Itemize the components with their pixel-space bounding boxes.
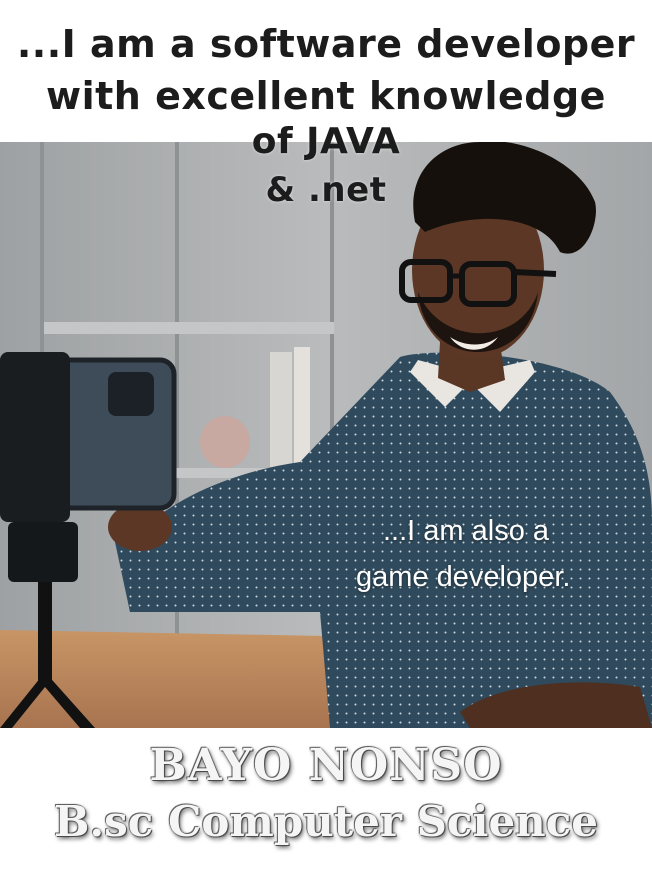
headline-line-1: ...I am a software developer (16, 22, 636, 66)
author-degree: B.sc Computer Science (53, 797, 599, 846)
headline-line-3: of JAVA (251, 121, 401, 162)
headline-line-2: with excellent knowledge (46, 74, 606, 118)
author-name: BAYO NONSO (149, 740, 503, 791)
photo-illustration (0, 142, 652, 728)
developer-photo (0, 142, 652, 728)
photo-caption-line-2: game developer. (356, 561, 571, 593)
headline-line-4: & .net (265, 170, 387, 210)
photo-caption-line-1: ...I am also a (383, 515, 550, 547)
